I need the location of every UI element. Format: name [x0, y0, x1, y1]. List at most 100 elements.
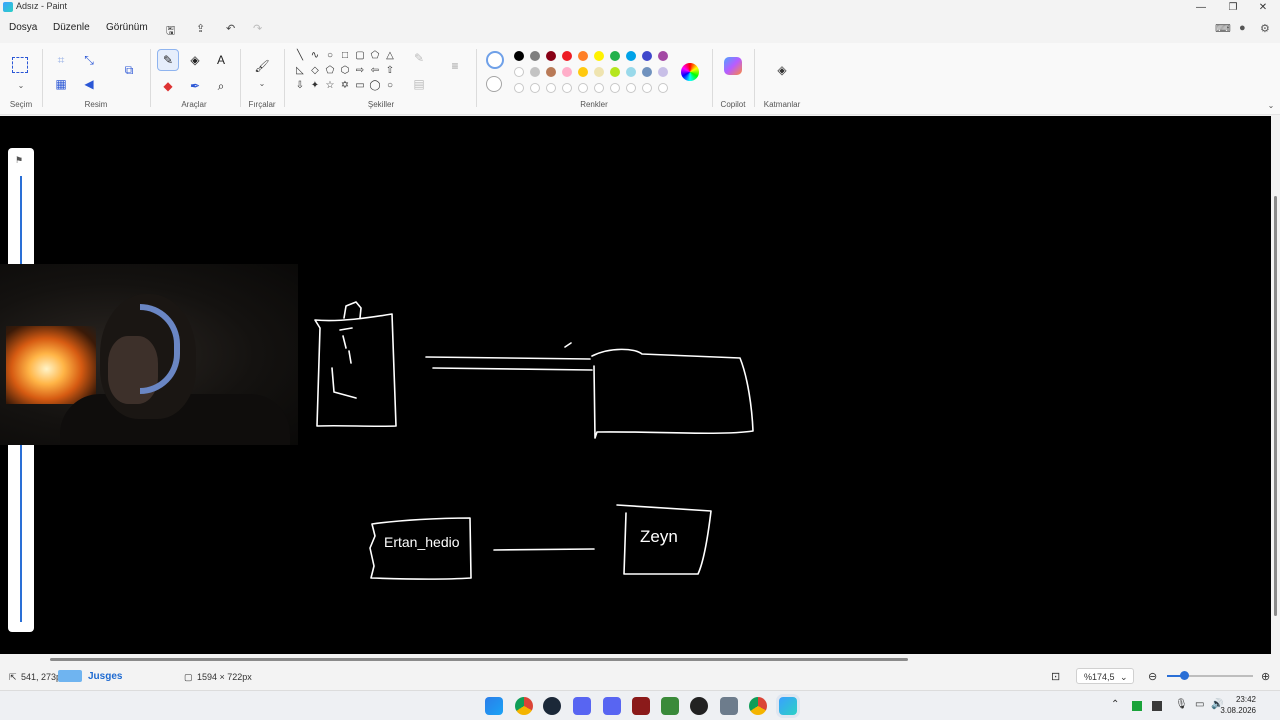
tray-overflow-icon[interactable]: ⌃ [1111, 699, 1119, 710]
color-swatch[interactable] [658, 67, 668, 77]
color-swatch[interactable] [658, 51, 668, 61]
color-swatch[interactable] [546, 51, 556, 61]
callout-oval-shape-icon[interactable]: ◯ [368, 79, 382, 93]
color-swatch[interactable] [546, 67, 556, 77]
edit-colors-wheel-icon[interactable] [681, 63, 699, 81]
color-swatch[interactable] [514, 51, 524, 61]
color-swatch[interactable] [578, 67, 588, 77]
vertical-scrollbar[interactable] [1271, 116, 1280, 654]
custom-color-slot[interactable] [658, 83, 668, 93]
eraser-icon[interactable]: ◆ [159, 77, 177, 95]
color-swatch[interactable] [594, 67, 604, 77]
custom-color-slot[interactable] [626, 83, 636, 93]
vertical-scroll-thumb[interactable] [1274, 196, 1277, 616]
left-arrow-shape-icon[interactable]: ⇦ [368, 64, 382, 78]
save-icon[interactable]: 🖫 [166, 22, 175, 41]
five-point-star-shape-icon[interactable]: ☆ [323, 79, 337, 93]
zoom-out-icon[interactable]: ⊖ [1148, 670, 1157, 683]
pencil-icon[interactable]: ✎ [159, 51, 177, 69]
custom-color-slot[interactable] [578, 83, 588, 93]
selection-rectangle-icon[interactable] [12, 57, 28, 73]
right-arrow-shape-icon[interactable]: ⇨ [353, 64, 367, 78]
color-swatch[interactable] [562, 67, 572, 77]
polygon-shape-icon[interactable]: ⬠ [368, 49, 382, 63]
tray-app-green-icon[interactable] [1132, 701, 1142, 711]
rounded-rectangle-shape-icon[interactable]: ▢ [353, 49, 367, 63]
discord-alt-icon[interactable] [603, 697, 621, 715]
fit-to-window-icon[interactable]: ⊡ [1051, 670, 1060, 683]
minimize-button[interactable]: — [1186, 0, 1216, 15]
color-swatch[interactable] [642, 51, 652, 61]
account-icon[interactable]: ● [1239, 22, 1246, 34]
zoom-in-icon[interactable]: ⊕ [1261, 670, 1270, 683]
obs-icon[interactable] [690, 697, 708, 715]
selection-dropdown-icon[interactable]: ⌄ [12, 77, 30, 95]
color-swatch[interactable] [530, 51, 540, 61]
settings-app-icon[interactable] [720, 697, 738, 715]
custom-color-slot[interactable] [530, 83, 540, 93]
curve-shape-icon[interactable]: ∿ [308, 49, 322, 63]
close-button[interactable]: ✕ [1248, 0, 1278, 15]
six-point-star-shape-icon[interactable]: ✡ [338, 79, 352, 93]
brush-icon[interactable]: 🖌 [253, 57, 271, 75]
copilot-icon[interactable] [724, 57, 742, 75]
hexagon-shape-icon[interactable]: ⬡ [338, 64, 352, 78]
image-select-icon[interactable]: ⧉ [120, 61, 138, 79]
layers-icon[interactable]: ◈ [773, 61, 791, 79]
rectangle-shape-icon[interactable]: □ [338, 49, 352, 63]
pentagon-shape-icon[interactable]: ⬠ [323, 64, 337, 78]
chrome-icon[interactable] [515, 697, 533, 715]
network-icon[interactable]: ▭ [1195, 699, 1204, 710]
primary-color-swatch[interactable] [486, 51, 504, 69]
triangle-shape-icon[interactable]: △ [383, 49, 397, 63]
color-swatch[interactable] [514, 67, 524, 77]
four-point-star-shape-icon[interactable]: ✦ [308, 79, 322, 93]
right-triangle-shape-icon[interactable]: ◺ [293, 64, 307, 78]
diamond-shape-icon[interactable]: ◇ [308, 64, 322, 78]
text-tool-icon[interactable]: A [212, 51, 230, 69]
microphone-icon[interactable]: 🎙 [1175, 699, 1188, 710]
callout-cloud-shape-icon[interactable]: ○ [383, 79, 397, 93]
tray-app-dark-icon[interactable] [1152, 701, 1162, 711]
color-swatch[interactable] [562, 51, 572, 61]
magnifier-icon[interactable]: ⌕ [212, 77, 230, 95]
horizontal-scrollbar[interactable] [0, 654, 1280, 664]
outline-style-icon[interactable]: ✎ [410, 49, 428, 67]
line-shape-icon[interactable]: ╲ [293, 49, 307, 63]
rotate-icon[interactable]: ◀ [80, 75, 98, 93]
settings-gear-icon[interactable]: ⚙ [1260, 22, 1270, 35]
color-swatch[interactable] [530, 67, 540, 77]
color-swatch[interactable] [642, 67, 652, 77]
custom-color-slot[interactable] [610, 83, 620, 93]
undo-icon[interactable]: ↶ [226, 22, 235, 35]
color-picker-icon[interactable]: ✒ [186, 77, 204, 95]
share-icon[interactable]: ⇪ [196, 22, 205, 35]
chrome-profile-icon[interactable] [749, 697, 767, 715]
down-arrow-shape-icon[interactable]: ⇩ [293, 79, 307, 93]
remove-background-icon[interactable]: ▦ [52, 75, 70, 93]
ribbon-collapse-icon[interactable]: ⌄ [1262, 97, 1280, 115]
system-clock[interactable]: 23:42 3.08.2026 [1220, 694, 1256, 716]
custom-color-slot[interactable] [562, 83, 572, 93]
maximize-button[interactable]: ❐ [1218, 0, 1248, 15]
steam-icon[interactable] [543, 697, 561, 715]
color-swatch[interactable] [594, 51, 604, 61]
fill-bucket-icon[interactable]: ◈ [186, 51, 204, 69]
color-swatch[interactable] [626, 67, 636, 77]
crop-icon[interactable]: ⌗ [52, 51, 70, 69]
color-swatch[interactable] [626, 51, 636, 61]
custom-color-slot[interactable] [594, 83, 604, 93]
custom-color-slot[interactable] [546, 83, 556, 93]
oval-shape-icon[interactable]: ○ [323, 49, 337, 63]
secondary-color-swatch[interactable] [486, 76, 502, 92]
color-swatch[interactable] [610, 67, 620, 77]
start-windows-icon[interactable] [485, 697, 503, 715]
zoom-slider-thumb[interactable] [1180, 671, 1189, 680]
brush-dropdown-icon[interactable]: ⌄ [253, 75, 271, 93]
custom-color-slot[interactable] [642, 83, 652, 93]
custom-color-slot[interactable] [514, 83, 524, 93]
menu-edit[interactable]: Düzenle [53, 22, 90, 33]
up-arrow-shape-icon[interactable]: ⇧ [383, 64, 397, 78]
resize-icon[interactable]: ⤡ [80, 51, 98, 69]
callout-rect-shape-icon[interactable]: ▭ [353, 79, 367, 93]
